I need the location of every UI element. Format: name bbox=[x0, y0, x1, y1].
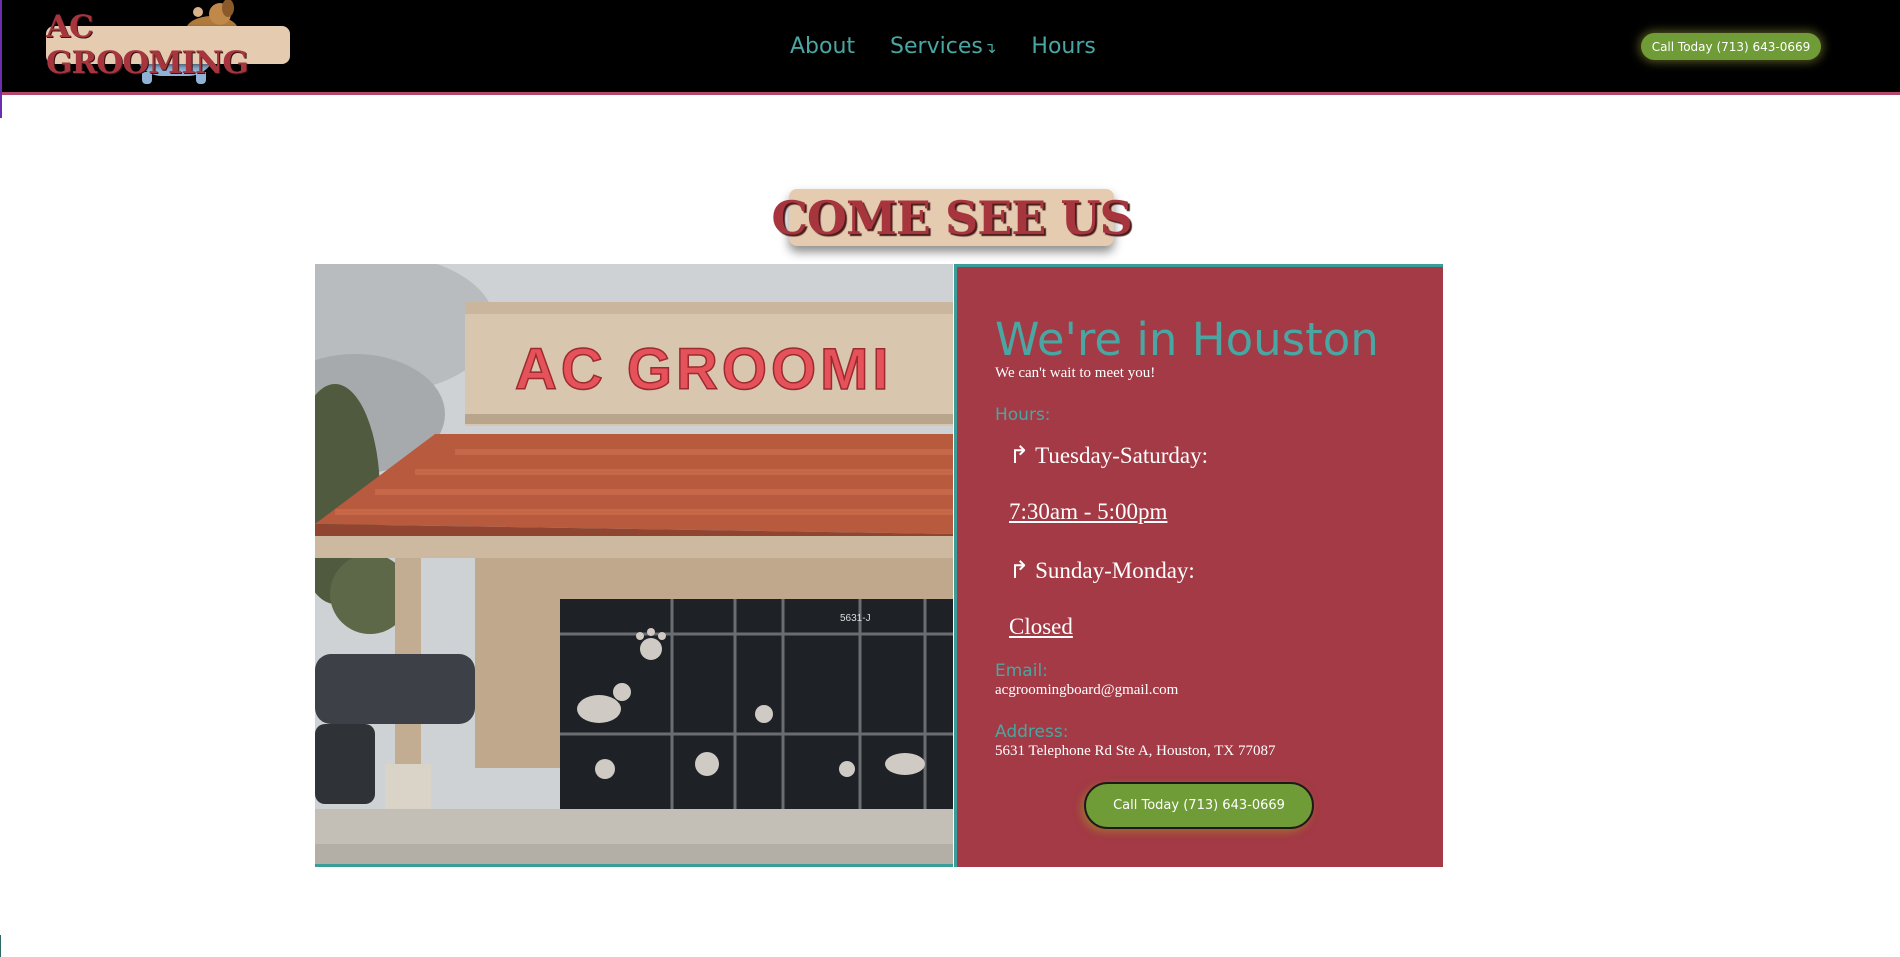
hours-days-1-text: Tuesday-Saturday: bbox=[1035, 443, 1209, 468]
nav-about[interactable]: About bbox=[790, 34, 855, 64]
hours-time-2[interactable]: Closed bbox=[1009, 614, 1073, 640]
turn-arrow-icon: ↱ bbox=[1009, 443, 1030, 469]
site-header: AC GROOMING About Services↴ Hours Call T… bbox=[0, 0, 1900, 118]
nav-services-label: Services bbox=[890, 34, 983, 59]
contact-info-panel: We're in Houston We can't wait to meet y… bbox=[954, 264, 1443, 867]
header-call-button[interactable]: Call Today (713) 643-0669 bbox=[1641, 33, 1821, 60]
nav-hours[interactable]: Hours bbox=[1031, 34, 1095, 64]
nav-services[interactable]: Services↴ bbox=[890, 34, 996, 64]
page-title: COME SEE US bbox=[771, 189, 1133, 246]
store-unit-number: 5631-J bbox=[840, 613, 871, 624]
address-value: 5631 Telephone Rd Ste A, Houston, TX 770… bbox=[995, 743, 1276, 759]
turn-arrow-icon: ↱ bbox=[1009, 558, 1030, 584]
location-subheading: We can't wait to meet you! bbox=[995, 365, 1156, 381]
hours-days-2: ↱ Sunday-Monday: bbox=[1009, 556, 1195, 585]
email-label: Email: bbox=[995, 661, 1048, 681]
down-arrow-icon: ↴ bbox=[983, 39, 997, 57]
main-nav: About Services↴ Hours bbox=[790, 34, 1096, 64]
panel-call-button[interactable]: Call Today (713) 643-0669 bbox=[1084, 782, 1314, 829]
hours-days-1: ↱ Tuesday-Saturday: bbox=[1009, 441, 1208, 470]
location-heading: We're in Houston bbox=[995, 313, 1379, 366]
address-label: Address: bbox=[995, 722, 1069, 742]
storefront-image: AC GROOMI 5631-J bbox=[315, 264, 953, 864]
bottom-edge-marker bbox=[0, 935, 1, 957]
hours-label: Hours: bbox=[995, 405, 1051, 425]
store-sign: AC GROOMI bbox=[515, 337, 893, 402]
storefront-photo: AC GROOMI 5631-J bbox=[315, 264, 953, 867]
nav-hours-label: Hours bbox=[1031, 34, 1096, 59]
email-value[interactable]: acgroomingboard@gmail.com bbox=[995, 682, 1178, 699]
nav-about-label: About bbox=[790, 34, 856, 59]
hours-days-2-text: Sunday-Monday: bbox=[1035, 558, 1195, 583]
logo-text: AC GROOMING bbox=[46, 9, 290, 81]
hours-time-1[interactable]: 7:30am - 5:00pm bbox=[1009, 499, 1167, 525]
left-edge-accent bbox=[0, 0, 2, 118]
logo[interactable]: AC GROOMING bbox=[46, 0, 291, 92]
